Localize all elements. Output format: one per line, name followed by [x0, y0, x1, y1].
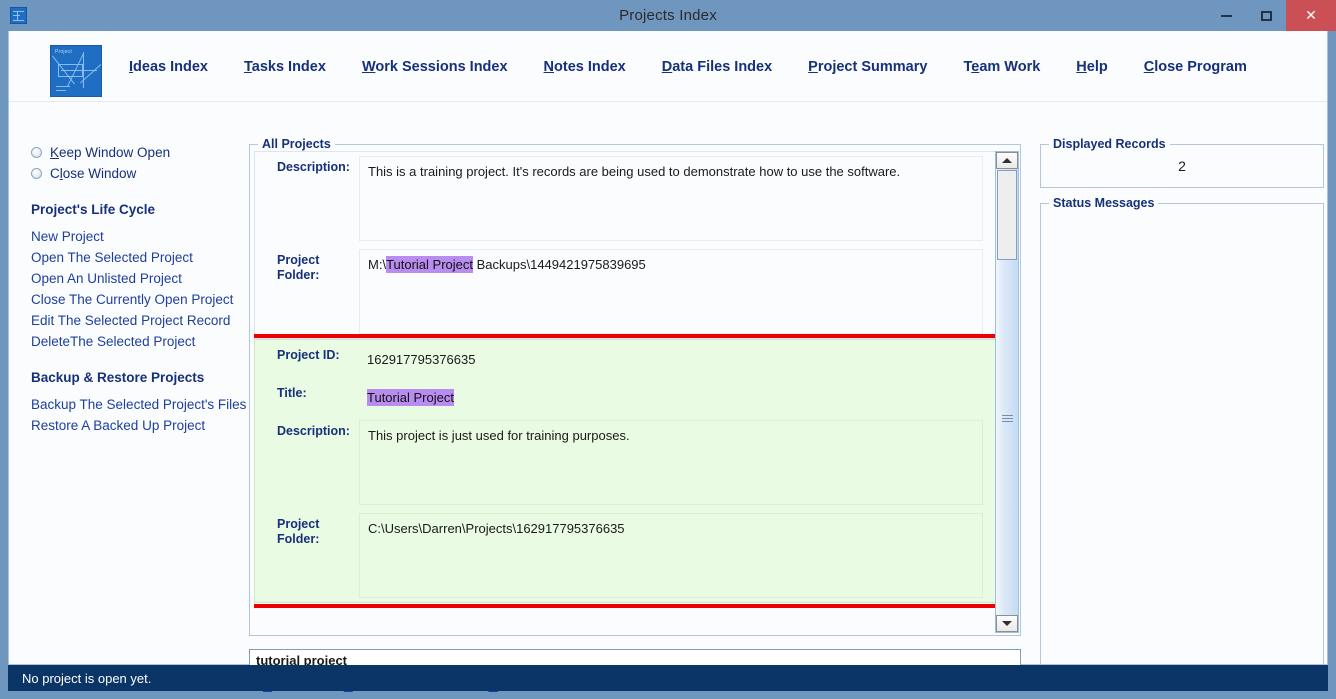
- close-icon: ✕: [1305, 9, 1317, 23]
- sidebar-item-delete-project[interactable]: DeleteThe Selected Project: [31, 331, 237, 352]
- field-label-description: Description:: [255, 152, 355, 245]
- menu-item-data-files-index[interactable]: Data Files Index: [662, 59, 772, 75]
- triangle-down-icon: [1002, 621, 1012, 626]
- field-value-title: Tutorial Project: [359, 382, 983, 412]
- radio-icon: [31, 147, 42, 158]
- folder-suffix: Backups\1449421975839695: [473, 257, 646, 272]
- field-project-folder: ProjectFolder: M:\Tutorial Project Backu…: [255, 245, 997, 338]
- field-label-project-folder: ProjectFolder:: [255, 245, 355, 338]
- application-window: Projects Index ✕ Project: [0, 0, 1336, 699]
- menu-item-project-summary[interactable]: Project Summary: [808, 59, 927, 75]
- field-label-description: Description:: [255, 416, 355, 509]
- field-project-folder: ProjectFolder: C:\Users\Darren\Projects\…: [255, 509, 997, 602]
- window-title: Projects Index: [0, 0, 1336, 31]
- records-scrollbar[interactable]: [995, 151, 1019, 633]
- maximize-button[interactable]: [1246, 0, 1286, 31]
- sidebar-heading-life-cycle: Project's Life Cycle: [31, 202, 237, 217]
- search-highlight: Tutorial Project: [386, 256, 473, 273]
- sidebar-heading-backup-restore: Backup & Restore Projects: [31, 370, 237, 385]
- status-bar: No project is open yet.: [8, 665, 1328, 691]
- all-projects-group: All Projects Description: This is a trai…: [249, 144, 1021, 636]
- menu-items: Ideas Index Tasks Index Work Sessions In…: [129, 31, 1283, 102]
- radio-close-window[interactable]: Close Window: [31, 163, 237, 184]
- title-bar: Projects Index ✕: [0, 0, 1336, 31]
- sidebar-item-edit-project-record[interactable]: Edit The Selected Project Record: [31, 310, 237, 331]
- field-label-project-folder: ProjectFolder:: [255, 509, 355, 602]
- sidebar-item-backup-project-files[interactable]: Backup The Selected Project's Files: [31, 394, 237, 415]
- radio-keep-window-open[interactable]: Keep Window Open: [31, 142, 237, 163]
- field-description: Description: This is a training project.…: [255, 152, 997, 245]
- scroll-up-button[interactable]: [996, 152, 1018, 169]
- menu-item-notes-index[interactable]: Notes Index: [544, 59, 626, 75]
- all-projects-legend: All Projects: [258, 137, 335, 151]
- menu-item-ideas-index[interactable]: Ideas Index: [129, 59, 208, 75]
- status-messages-group: Status Messages: [1040, 203, 1324, 691]
- records-list[interactable]: Description: This is a training project.…: [254, 151, 1002, 632]
- window-controls: ✕: [1206, 0, 1336, 31]
- menu-item-tasks-index[interactable]: Tasks Index: [244, 59, 326, 75]
- displayed-records-group: Displayed Records 2: [1040, 144, 1324, 188]
- search-highlight: Tutorial Project: [367, 389, 454, 406]
- sidebar-item-open-selected-project[interactable]: Open The Selected Project: [31, 247, 237, 268]
- sidebar: Keep Window Open Close Window Project's …: [9, 102, 237, 664]
- scroll-down-button[interactable]: [996, 615, 1018, 632]
- menu-item-close-program[interactable]: Close Program: [1144, 59, 1247, 75]
- minimize-icon: [1221, 15, 1232, 17]
- field-label-project-id: Project ID:: [255, 340, 355, 378]
- menu-item-work-sessions-index[interactable]: Work Sessions Index: [362, 59, 508, 75]
- record-row-2[interactable]: Project ID: 162917795376635 Title: Tutor…: [254, 339, 998, 603]
- status-messages-value: [1041, 204, 1323, 690]
- scrollbar-grip-icon: [1002, 415, 1013, 423]
- field-value-project-folder[interactable]: C:\Users\Darren\Projects\162917795376635: [359, 513, 983, 598]
- menu-item-help[interactable]: Help: [1076, 59, 1107, 75]
- field-project-id: Project ID: 162917795376635: [255, 340, 997, 378]
- menu-item-team-work[interactable]: Team Work: [963, 59, 1040, 75]
- minimize-button[interactable]: [1206, 0, 1246, 31]
- triangle-up-icon: [1002, 158, 1012, 163]
- sidebar-item-open-unlisted-project[interactable]: Open An Unlisted Project: [31, 268, 237, 289]
- sidebar-item-restore-project[interactable]: Restore A Backed Up Project: [31, 415, 237, 436]
- status-bar-message: No project is open yet.: [22, 671, 151, 686]
- field-value-description[interactable]: This project is just used for training p…: [359, 420, 983, 505]
- close-button[interactable]: ✕: [1286, 0, 1336, 31]
- field-value-project-folder[interactable]: M:\Tutorial Project Backups\144942197583…: [359, 249, 983, 334]
- radio-icon: [31, 168, 42, 179]
- menu-bar: Project Ideas Index Tasks Index Work Ses…: [9, 31, 1327, 102]
- field-title: Title: Tutorial Project: [255, 378, 997, 416]
- field-label-title: Title:: [255, 378, 355, 416]
- sidebar-item-close-open-project[interactable]: Close The Currently Open Project: [31, 289, 237, 310]
- field-value-description[interactable]: This is a training project. It's records…: [359, 156, 983, 241]
- client-area: Project Ideas Index Tasks Index Work Ses…: [8, 31, 1328, 665]
- maximize-icon: [1261, 11, 1272, 21]
- folder-prefix: M:\: [368, 257, 386, 272]
- app-logo-label: Project: [55, 49, 72, 55]
- record-row-1[interactable]: Description: This is a training project.…: [254, 151, 998, 339]
- app-logo-icon: Project: [50, 45, 102, 97]
- displayed-records-value: 2: [1041, 145, 1323, 187]
- sidebar-item-new-project[interactable]: New Project: [31, 226, 237, 247]
- scrollbar-thumb[interactable]: [997, 170, 1017, 260]
- field-description: Description: This project is just used f…: [255, 416, 997, 509]
- field-value-project-id: 162917795376635: [359, 344, 983, 374]
- radio-label-close-window: Close Window: [50, 166, 136, 181]
- radio-label-keep-window-open: Keep Window Open: [50, 145, 170, 160]
